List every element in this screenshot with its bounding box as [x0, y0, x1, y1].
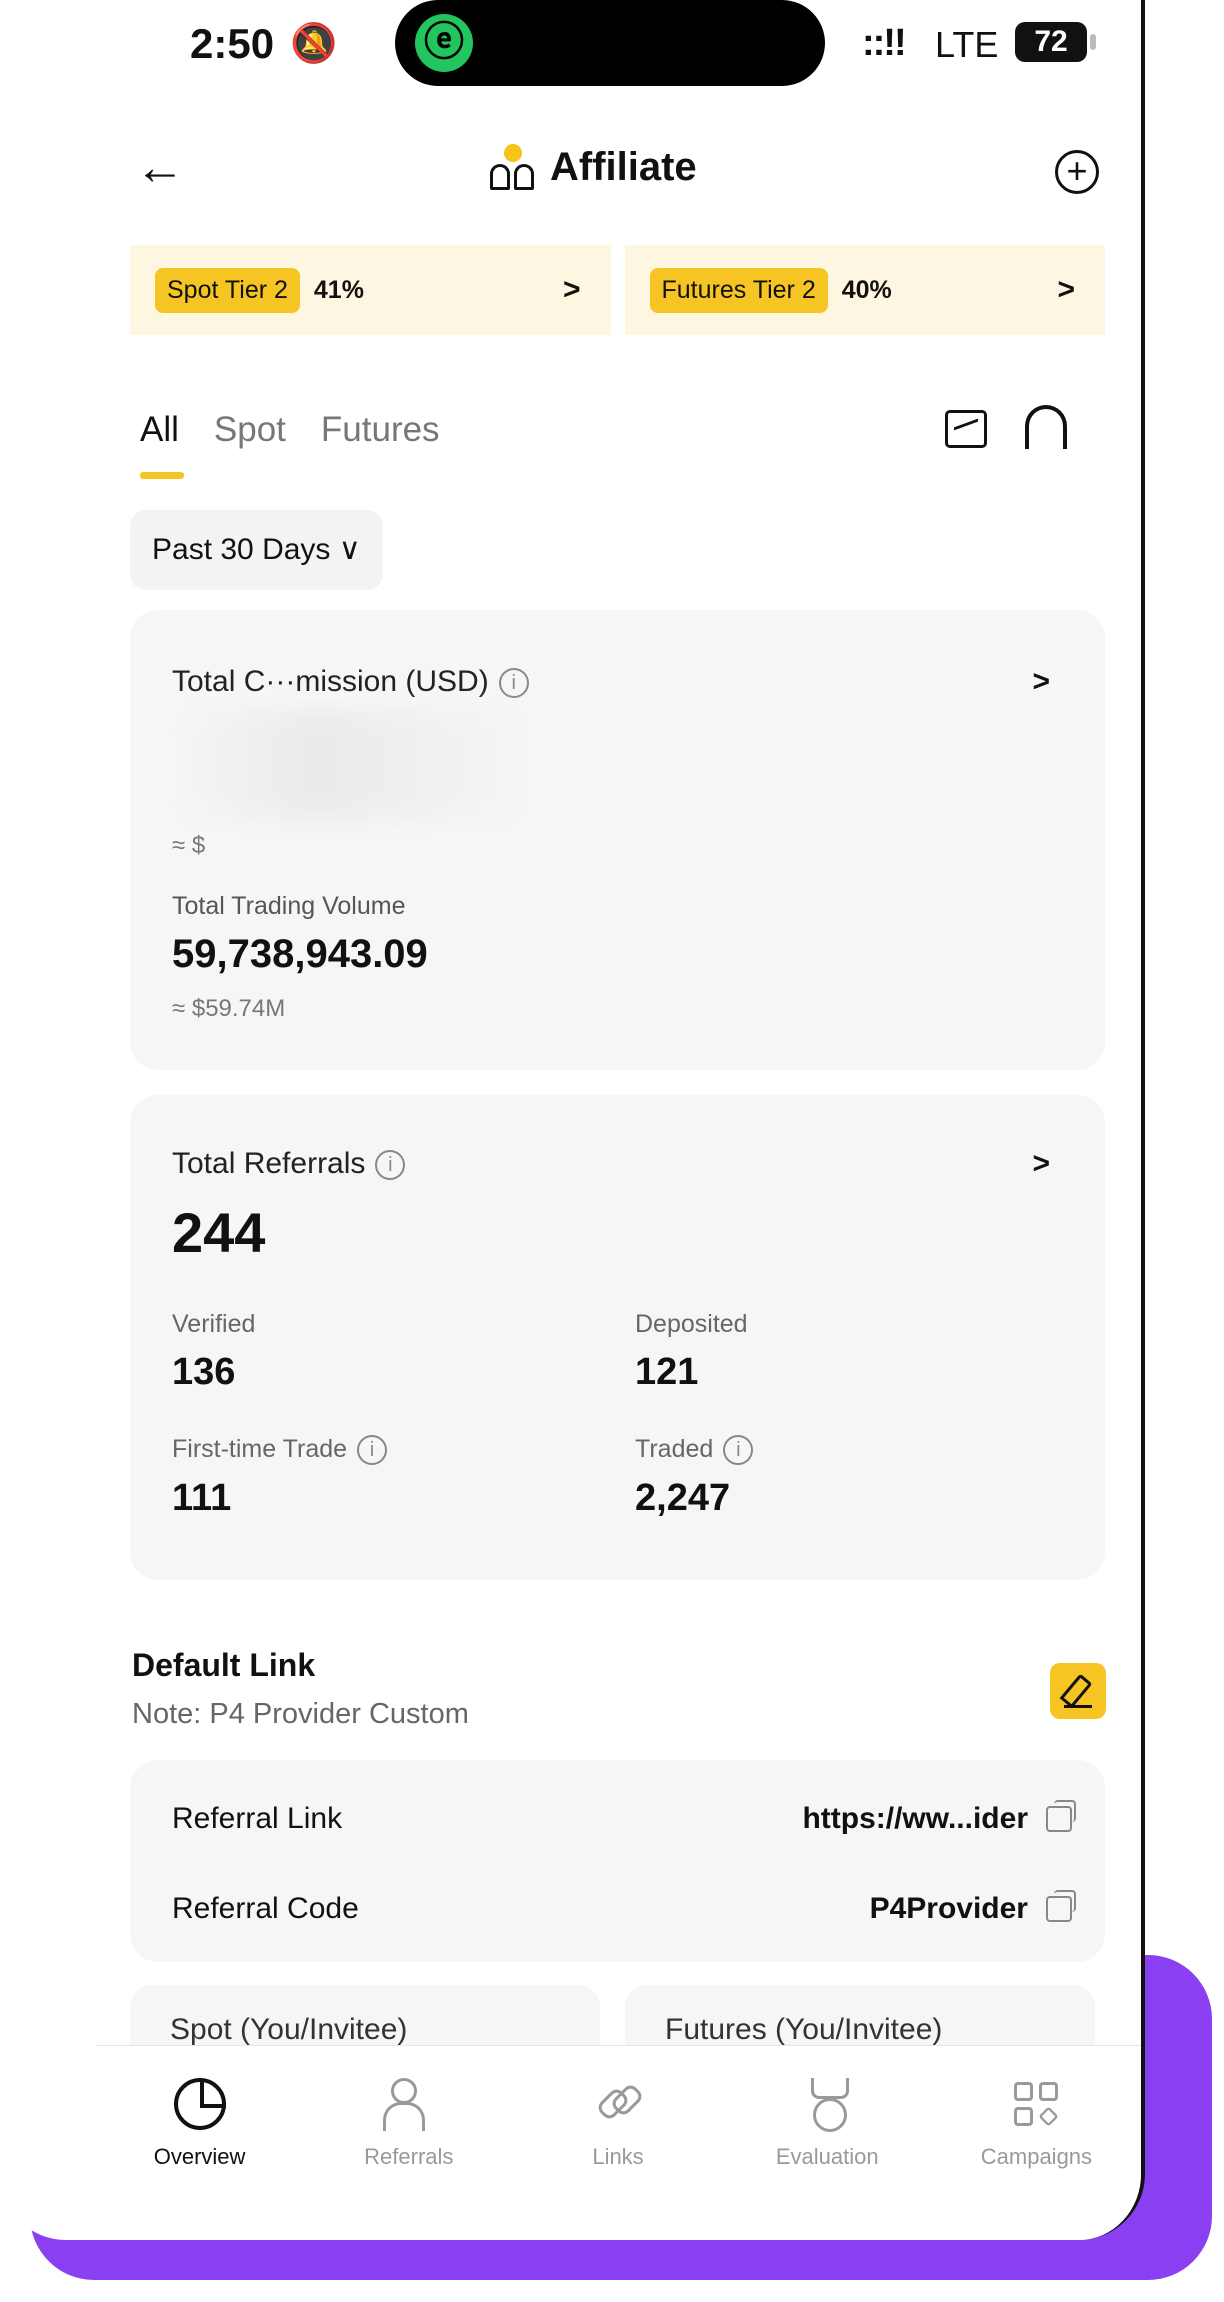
tier-percent: 41%: [313, 275, 364, 304]
tab-all[interactable]: All: [140, 410, 184, 479]
info-icon[interactable]: i: [723, 1435, 754, 1466]
info-icon[interactable]: i: [357, 1435, 388, 1466]
phone-screen: 2:50 🔕 ⓔ ::!! LTE 72 ← Affiliate + Spot …: [0, 0, 1145, 2240]
bell-slash-icon: 🔕: [290, 23, 338, 65]
volume-approx: ≈ $59.74M: [172, 995, 286, 1022]
signal-icon: ::!!: [862, 22, 907, 64]
bottom-nav: Overview Referrals Links Evaluation Camp…: [95, 2045, 1141, 2240]
app-header: ← Affiliate +: [0, 130, 1141, 220]
date-range-select[interactable]: Past 30 Days ∨: [130, 510, 383, 590]
deposited-stat: Deposited 121: [635, 1310, 748, 1393]
commission-approx: ≈ $: [172, 832, 206, 859]
tier-badge: Futures Tier 2: [649, 267, 828, 313]
verified-stat: Verified 136: [172, 1310, 256, 1393]
edit-pencil-icon[interactable]: [1050, 1663, 1106, 1719]
chevron-right-icon: >: [562, 273, 581, 306]
chart-icon[interactable]: [945, 410, 987, 448]
affiliate-users-icon: [490, 144, 536, 190]
chevron-right-icon: >: [1057, 273, 1075, 306]
grid-icon: [1010, 2078, 1062, 2130]
nav-links[interactable]: Links: [513, 2046, 722, 2240]
headset-icon[interactable]: [1025, 405, 1067, 449]
app-logo-icon: ⓔ: [415, 14, 473, 72]
tier-strip: Spot Tier 2 41% > Futures Tier 2 40% >: [130, 245, 1105, 335]
tier-badge: Spot Tier 2: [155, 267, 300, 313]
chevron-right-icon[interactable]: >: [1032, 1147, 1050, 1181]
traded-stat: Traded i 2,247: [635, 1435, 754, 1520]
chevron-right-icon[interactable]: >: [1032, 665, 1050, 699]
referrals-card[interactable]: Total Referrals i > 244 Verified 136 Depo…: [130, 1095, 1105, 1580]
referral-code-label: Referral Code: [172, 1892, 359, 1925]
carrier-label: LTE: [935, 24, 999, 65]
referral-link-label: Referral Link: [172, 1802, 343, 1835]
medal-icon: [801, 2078, 853, 2132]
default-link-note: Note: P4 Provider Custom: [132, 1698, 469, 1730]
tab-bar: All Spot Futures: [140, 410, 440, 479]
status-time: 2:50: [190, 20, 275, 67]
tab-spot[interactable]: Spot: [214, 410, 286, 450]
plus-circle-icon[interactable]: +: [1055, 150, 1099, 194]
first-trade-stat: First-time Trade i 111: [172, 1435, 388, 1520]
battery-tip: [1090, 34, 1096, 50]
info-icon[interactable]: i: [498, 668, 529, 699]
volume-value: 59,738,943.09: [172, 932, 428, 976]
nav-campaigns[interactable]: Campaigns: [932, 2046, 1141, 2240]
referral-link-row: Referral Link https://ww...ider: [172, 1800, 1076, 1836]
referrals-label: Total Referrals i: [172, 1147, 406, 1181]
users-icon: [382, 2078, 435, 2131]
title-wrap: Affiliate: [490, 144, 697, 190]
nav-referrals[interactable]: Referrals: [304, 2046, 513, 2240]
page-title: Affiliate: [550, 144, 697, 189]
pie-chart-icon: [173, 2078, 226, 2130]
commission-card[interactable]: Total C···mission (USD) i > ≈ $ Total Tra…: [130, 610, 1105, 1070]
referrals-value: 244: [172, 1201, 266, 1264]
nav-evaluation[interactable]: Evaluation: [723, 2046, 932, 2240]
commission-value-redacted: [172, 710, 532, 820]
copy-icon[interactable]: [1046, 1800, 1076, 1832]
volume-label: Total Trading Volume: [172, 892, 406, 920]
info-icon[interactable]: i: [375, 1150, 406, 1181]
tier-futures[interactable]: Futures Tier 2 40% >: [624, 245, 1105, 335]
status-bar: 2:50 🔕 ⓔ ::!! LTE 72: [0, 0, 1141, 100]
referral-code-value: P4Provider: [869, 1892, 1028, 1925]
link-card: Referral Link https://ww...ider Referral…: [130, 1760, 1105, 1962]
referral-code-row: Referral Code P4Provider: [172, 1890, 1076, 1926]
referral-link-value: https://ww...ider: [802, 1802, 1028, 1835]
default-link-title: Default Link: [132, 1647, 316, 1683]
battery-icon: 72: [1015, 22, 1087, 62]
nav-overview[interactable]: Overview: [95, 2046, 304, 2240]
tab-futures[interactable]: Futures: [321, 410, 440, 450]
tier-spot[interactable]: Spot Tier 2 41% >: [130, 245, 611, 335]
dynamic-island: ⓔ: [395, 0, 825, 86]
copy-icon[interactable]: [1046, 1890, 1076, 1922]
tier-percent: 40%: [841, 275, 892, 304]
link-icon: [592, 2078, 644, 2130]
arrow-left-icon[interactable]: ←: [135, 138, 185, 196]
commission-label: Total C···mission (USD) i: [172, 665, 529, 699]
